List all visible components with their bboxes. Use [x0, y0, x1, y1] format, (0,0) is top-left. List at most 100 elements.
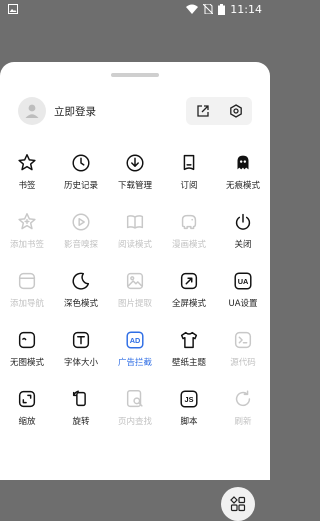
menu-row: 书签 历史记录 下载管理 订阅 无痕模式 [0, 149, 270, 208]
menu-item-refresh[interactable]: 刷新 [216, 385, 270, 444]
menu-item-download[interactable]: 下载管理 [108, 149, 162, 208]
menu-item-power[interactable]: 关闭 [216, 208, 270, 267]
status-bar: 11:14 [0, 0, 270, 18]
menu-item-subscribe[interactable]: 订阅 [162, 149, 216, 208]
menu-item-label: 阅读模式 [117, 240, 152, 250]
menu-item-label: 无图模式 [9, 358, 44, 368]
user-icon [25, 104, 39, 118]
grid-layout-button[interactable] [221, 487, 255, 521]
menu-item-rotate[interactable]: 旋转 [54, 385, 108, 444]
menu-item-label: 无痕模式 [225, 181, 260, 191]
battery-icon [218, 3, 226, 15]
ua-icon: UA [231, 269, 255, 293]
menu-item-find[interactable]: 页内查找 [108, 385, 162, 444]
shirt-icon [177, 328, 201, 352]
menu-item-label: 字体大小 [63, 358, 98, 368]
menu-row: 添加导航 深色模式 图片提取 全屏模式 UA UA设置 [0, 267, 270, 326]
menu-item-moon[interactable]: 深色模式 [54, 267, 108, 326]
wifi-icon [186, 4, 199, 14]
avatar[interactable] [18, 97, 46, 125]
menu-row: 添加书签 影音嗅探 阅读模式 漫画模式 关闭 [0, 208, 270, 267]
book-icon [123, 210, 147, 234]
menu-item-clock[interactable]: 历史记录 [54, 149, 108, 208]
menu-item-label: 广告拦截 [117, 358, 152, 368]
menu-item-js[interactable]: JS 脚本 [162, 385, 216, 444]
grid-icon [230, 496, 246, 512]
zoom-icon [15, 387, 39, 411]
download-icon [123, 151, 147, 175]
menu-item-label: 历史记录 [63, 181, 98, 191]
find-icon [123, 387, 147, 411]
menu-item-label: UA设置 [228, 299, 258, 309]
nav-icon [15, 269, 39, 293]
menu-item-label: 壁纸主题 [171, 358, 206, 368]
image-notification-icon [8, 4, 18, 14]
menu-item-font-size[interactable]: 字体大小 [54, 326, 108, 385]
menu-item-label: 图片提取 [117, 299, 152, 309]
ad-block-icon: AD [123, 328, 147, 352]
menu-item-label: 刷新 [234, 417, 252, 427]
terminal-icon [231, 328, 255, 352]
drag-handle[interactable] [111, 73, 159, 77]
menu-item-label: 漫画模式 [171, 240, 206, 250]
play-icon [69, 210, 93, 234]
menu-item-image[interactable]: 图片提取 [108, 267, 162, 326]
elephant-icon [177, 210, 201, 234]
menu-item-ua[interactable]: UA UA设置 [216, 267, 270, 326]
menu-grid: 书签 历史记录 下载管理 订阅 无痕模式添加书签 影音嗅探 阅读模式 漫画模式 关闭添加导航 深色… [0, 149, 270, 444]
account-row: 立即登录 [18, 95, 252, 127]
power-icon [231, 210, 255, 234]
js-icon: JS [177, 387, 201, 411]
status-time: 11:14 [230, 2, 262, 16]
menu-item-shirt[interactable]: 壁纸主题 [162, 326, 216, 385]
menu-item-label: 关闭 [234, 240, 252, 250]
menu-item-ghost[interactable]: 无痕模式 [216, 149, 270, 208]
menu-item-star-plus[interactable]: 添加书签 [0, 208, 54, 267]
menu-row: 无图模式 字体大小 AD 广告拦截 壁纸主题 源代码 [0, 326, 270, 385]
menu-item-label: 书签 [18, 181, 36, 191]
login-link[interactable]: 立即登录 [54, 104, 96, 119]
menu-row: 缩放 旋转 页内查找 JS 脚本 刷新 [0, 385, 270, 444]
font-size-icon [69, 328, 93, 352]
menu-item-elephant[interactable]: 漫画模式 [162, 208, 216, 267]
menu-sheet: 立即登录 书签 历史记录 下载管理 订阅 无痕模式 添加书签 影音嗅探 阅读模式 漫画模式 关闭添… [0, 62, 270, 521]
menu-item-nav[interactable]: 添加导航 [0, 267, 54, 326]
no-sim-icon [203, 4, 214, 14]
clock-icon [69, 151, 93, 175]
svg-text:AD: AD [130, 336, 141, 345]
menu-item-label: 影音嗅探 [63, 240, 98, 250]
share-button[interactable] [192, 100, 214, 122]
svg-text:JS: JS [185, 395, 194, 404]
gear-icon [229, 104, 242, 118]
menu-item-label: 下载管理 [117, 181, 152, 191]
rotate-icon [69, 387, 93, 411]
menu-item-no-image[interactable]: 无图模式 [0, 326, 54, 385]
settings-button[interactable] [225, 100, 247, 122]
share-icon [196, 105, 209, 117]
menu-item-label: 源代码 [230, 358, 256, 368]
menu-item-label: 页内查找 [117, 417, 152, 427]
star-icon [15, 151, 39, 175]
menu-item-label: 缩放 [18, 417, 36, 427]
menu-item-label: 添加导航 [9, 299, 44, 309]
menu-item-label: 添加书签 [9, 240, 44, 250]
ghost-icon [231, 151, 255, 175]
menu-item-terminal[interactable]: 源代码 [216, 326, 270, 385]
menu-item-book[interactable]: 阅读模式 [108, 208, 162, 267]
no-image-icon [15, 328, 39, 352]
svg-text:UA: UA [238, 277, 249, 286]
menu-item-ad-block[interactable]: AD 广告拦截 [108, 326, 162, 385]
moon-icon [69, 269, 93, 293]
fullscreen-icon [177, 269, 201, 293]
subscribe-icon [177, 151, 201, 175]
menu-item-label: 旋转 [72, 417, 90, 427]
menu-item-play[interactable]: 影音嗅探 [54, 208, 108, 267]
menu-item-star[interactable]: 书签 [0, 149, 54, 208]
menu-item-label: 深色模式 [63, 299, 98, 309]
refresh-icon [231, 387, 255, 411]
account-tools [186, 97, 252, 125]
menu-item-fullscreen[interactable]: 全屏模式 [162, 267, 216, 326]
menu-item-label: 全屏模式 [171, 299, 206, 309]
menu-item-label: 脚本 [180, 417, 198, 427]
menu-item-zoom[interactable]: 缩放 [0, 385, 54, 444]
